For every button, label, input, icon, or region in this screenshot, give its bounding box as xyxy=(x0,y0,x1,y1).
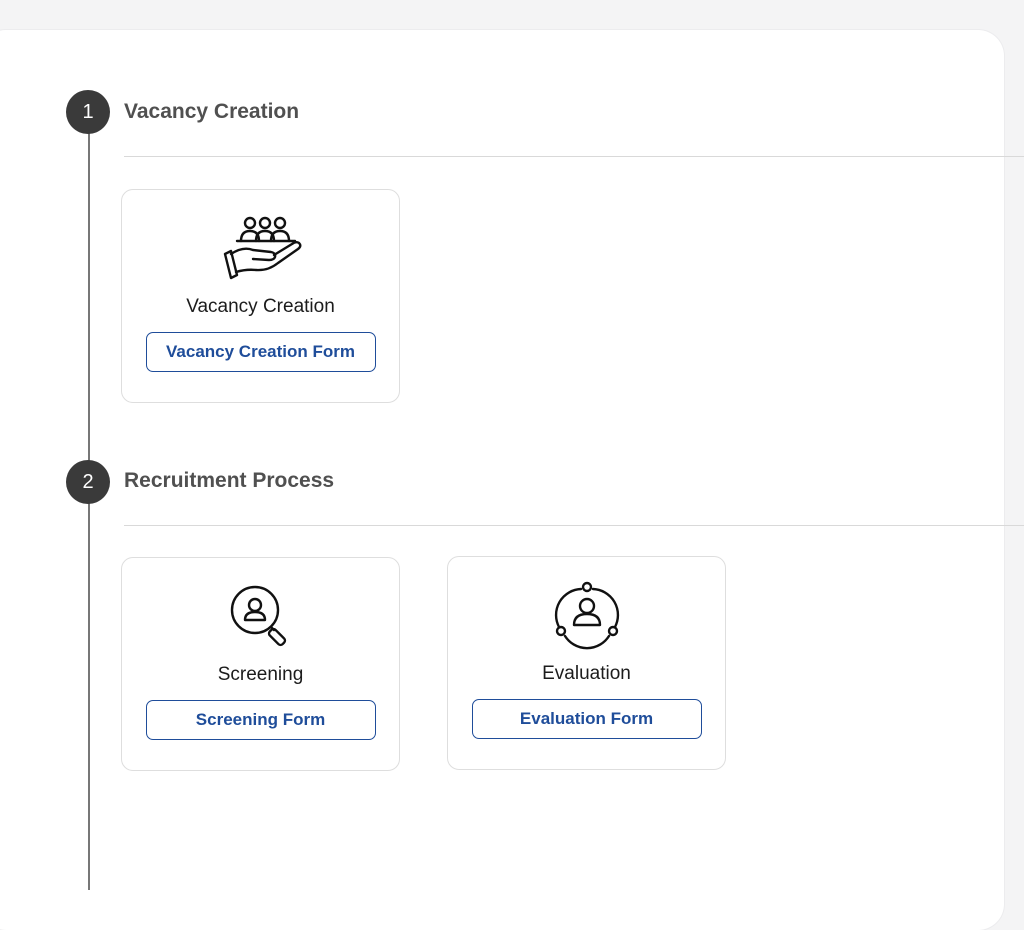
timeline-line xyxy=(88,130,90,890)
magnifier-user-icon xyxy=(217,580,305,654)
section-title-recruitment-process: Recruitment Process xyxy=(124,469,335,492)
people-hand-icon xyxy=(217,212,305,286)
step-1-number: 1 xyxy=(66,90,110,134)
card-title: Evaluation xyxy=(542,663,631,684)
section-title-vacancy-creation: Vacancy Creation xyxy=(124,100,300,123)
card-vacancy-creation: Vacancy Creation Vacancy Creation Form xyxy=(121,189,400,403)
screening-form-button[interactable]: Screening Form xyxy=(145,700,376,740)
step-2-number: 2 xyxy=(66,460,110,504)
card-screening: Screening Screening Form xyxy=(121,557,400,771)
section-divider xyxy=(124,525,1024,526)
user-circle-nodes-icon xyxy=(543,579,631,653)
card-title: Screening xyxy=(217,664,304,685)
evaluation-form-button[interactable]: Evaluation Form xyxy=(471,699,702,739)
vacancy-creation-form-button[interactable]: Vacancy Creation Form xyxy=(145,332,376,372)
section-divider xyxy=(124,156,1024,157)
card-evaluation: Evaluation Evaluation Form xyxy=(447,556,726,770)
card-title: Vacancy Creation xyxy=(186,296,335,317)
